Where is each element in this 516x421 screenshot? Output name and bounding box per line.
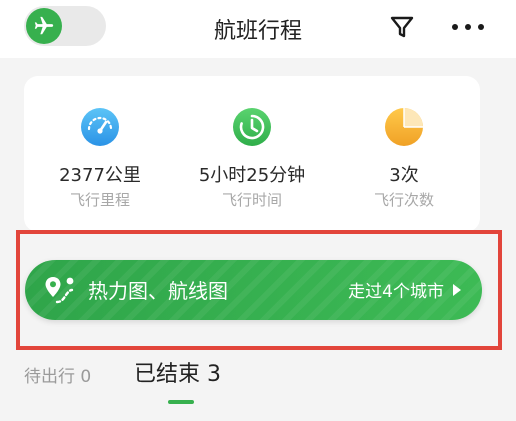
more-dots-icon — [452, 24, 484, 30]
stat-count-label: 飞行次数 — [373, 191, 434, 209]
header-bar: 航班行程 — [0, 0, 516, 58]
speedometer-icon — [81, 108, 119, 146]
stat-distance-value: 2377公里 — [59, 165, 141, 186]
filter-icon — [390, 16, 414, 38]
stat-duration-value: 5小时25分钟 — [198, 165, 306, 186]
stat-distance: 2377公里 飞行里程 — [24, 76, 176, 232]
flight-toggle[interactable] — [24, 6, 106, 46]
active-tab-indicator — [168, 400, 194, 404]
stat-count: 3次 飞行次数 — [328, 76, 480, 232]
flight-stats-card: 2377公里 飞行里程 5小时25分钟 飞行时间 3次 飞行次数 — [24, 76, 480, 232]
stat-distance-label: 飞行里程 — [69, 191, 130, 209]
banner-label: 热力图、航线图 — [88, 279, 228, 303]
chevron-right-icon — [453, 284, 461, 296]
map-pin-icon — [45, 277, 74, 304]
clock-icon — [233, 108, 271, 146]
stat-count-value: 3次 — [389, 165, 419, 186]
airplane-icon — [26, 8, 62, 44]
cities-visited-link[interactable]: 走过4个城市 — [348, 277, 444, 302]
tab-completed[interactable]: 已结束 3 — [134, 356, 221, 388]
stat-duration: 5小时25分钟 飞行时间 — [176, 76, 328, 232]
filter-button[interactable] — [386, 12, 418, 42]
stat-duration-label: 飞行时间 — [221, 191, 282, 209]
more-button[interactable] — [448, 12, 488, 42]
tab-pending[interactable]: 待出行 0 — [24, 362, 91, 387]
pie-chart-icon — [385, 108, 423, 146]
heatmap-route-banner[interactable]: 热力图、航线图 走过4个城市 — [25, 260, 482, 320]
